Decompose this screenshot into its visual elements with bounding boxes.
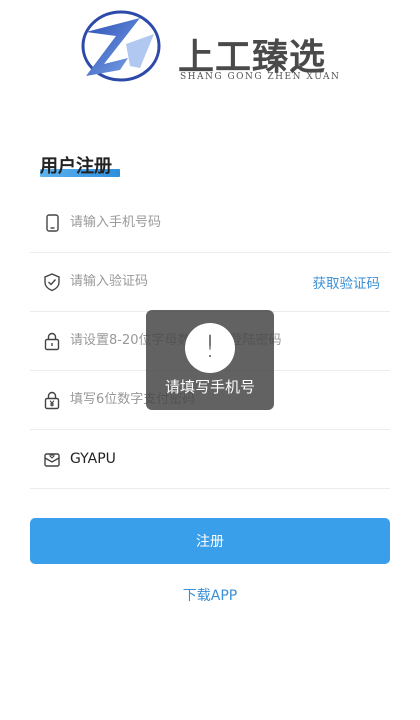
logo-english-text: SHANG GONG ZHEN XUAN <box>180 72 341 82</box>
verify-code-row: 获取验证码 <box>30 252 390 312</box>
get-code-button[interactable]: 获取验证码 <box>313 272 381 292</box>
yuan-lock-icon <box>42 390 62 410</box>
shield-check-icon <box>42 272 62 292</box>
toast-popup: ! 请填写手机号 <box>146 310 274 410</box>
page-title: 用户注册 <box>40 156 112 177</box>
invite-code-input[interactable] <box>70 450 390 467</box>
download-app-link[interactable]: 下载APP <box>0 585 420 605</box>
register-button[interactable]: 注册 <box>30 518 390 564</box>
logo-mark-icon <box>80 8 162 84</box>
phone-input[interactable] <box>70 215 390 230</box>
gift-envelope-icon <box>42 449 62 469</box>
lock-icon <box>42 331 62 351</box>
phone-row <box>30 193 390 253</box>
form-title-block: 用户注册 <box>40 152 120 178</box>
invite-code-row <box>30 429 390 489</box>
exclamation-icon: ! <box>185 323 235 373</box>
brand-logo: 上工臻选 SHANG GONG ZHEN XUAN <box>80 8 340 84</box>
toast-message: 请填写手机号 <box>164 378 255 396</box>
verify-code-input[interactable] <box>70 274 313 289</box>
phone-icon <box>42 213 62 233</box>
